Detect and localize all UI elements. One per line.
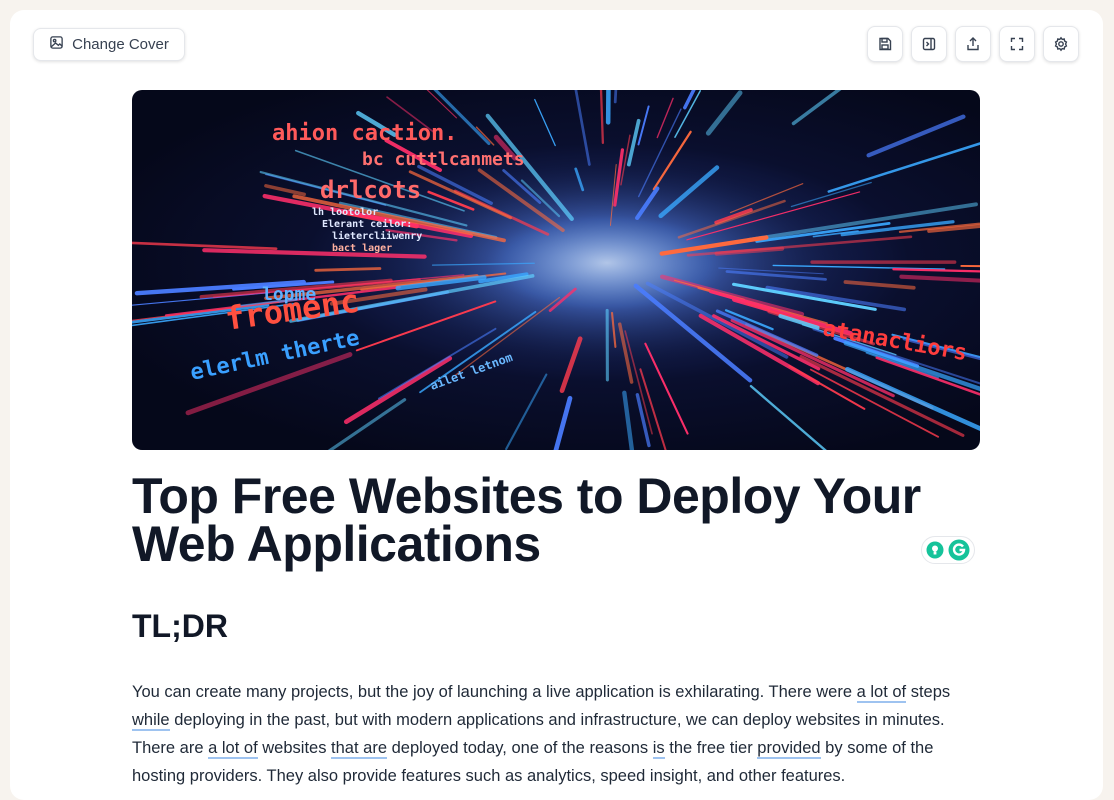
panel-right-icon [921,36,937,52]
article-title[interactable]: Top Free Websites to Deploy Your Web App… [132,472,992,568]
lightbulb-icon[interactable] [926,541,944,559]
grammar-suggestion[interactable]: a lot of [857,683,907,703]
settings-button[interactable] [1043,26,1079,62]
share-button[interactable] [955,26,991,62]
save-icon [877,36,893,52]
cover-streak [608,90,609,122]
settings-icon [1053,36,1069,52]
grammar-suggestion[interactable]: a lot of [208,739,258,759]
grammar-suggestion[interactable]: is [653,739,665,759]
cover-text-7: bact lager [332,243,392,254]
toggle-panel-button[interactable] [911,26,947,62]
paragraph-text: deployed today, one of the reasons [387,739,653,757]
cover-text-5: Elerant ceilor: [322,218,412,230]
grammarly-icon[interactable] [948,539,970,561]
paragraph-text: steps [906,683,950,701]
cover-text-1: ahion caction. [272,121,457,146]
grammar-suggestion[interactable]: while [132,711,170,731]
change-cover-button[interactable]: Change Cover [33,28,185,61]
change-cover-label: Change Cover [72,36,169,53]
cover-text-6: lietercliiwenry [332,230,422,242]
cover-image: ahion caction. bc cuttlcanmets drlcots l… [132,90,980,450]
paragraph-text: websites [258,739,331,757]
fullscreen-button[interactable] [999,26,1035,62]
save-button[interactable] [867,26,903,62]
paragraph-text: You can create many projects, but the jo… [132,683,857,701]
grammar-suggestion[interactable]: provided [757,739,820,759]
share-icon [965,36,981,52]
article-paragraph[interactable]: You can create many projects, but the jo… [132,678,982,790]
grammarly-widget[interactable] [921,536,975,564]
paragraph-text: the free tier [665,739,758,757]
editor-card: Change Cover [10,10,1103,800]
image-icon [49,35,64,54]
cover-text-4: lh lootolor [312,207,378,218]
cover-streak [316,268,380,270]
cover-text-3: drlcots [320,176,421,204]
cover-text-2: bc cuttlcanmets [362,149,525,170]
grammar-suggestion[interactable]: that are [331,739,387,759]
fullscreen-icon [1009,36,1025,52]
section-heading[interactable]: TL;DR [132,608,228,645]
